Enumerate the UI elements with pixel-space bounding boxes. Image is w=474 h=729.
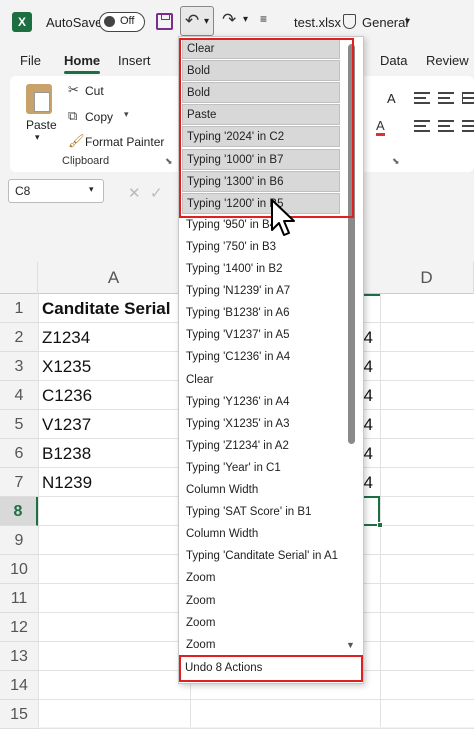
row-header[interactable]: 1 bbox=[0, 294, 38, 323]
align-top-icon[interactable] bbox=[414, 92, 430, 104]
row-header[interactable]: 5 bbox=[0, 410, 38, 439]
align-center-icon[interactable] bbox=[438, 120, 454, 132]
undo-history-item[interactable]: Typing '750' in B3 bbox=[182, 237, 340, 258]
scroll-down-icon[interactable]: ▼ bbox=[346, 640, 355, 650]
select-all-corner[interactable] bbox=[0, 262, 38, 294]
chevron-down-icon[interactable]: ▾ bbox=[35, 132, 40, 143]
tab-home[interactable]: Home bbox=[64, 53, 100, 68]
row-header[interactable]: 2 bbox=[0, 323, 38, 352]
file-name: test.xlsx bbox=[294, 15, 341, 30]
row-header[interactable]: 14 bbox=[0, 671, 38, 700]
row-header[interactable]: 9 bbox=[0, 526, 38, 555]
cell-a7[interactable]: N1239 bbox=[42, 473, 92, 493]
autosave-state: Off bbox=[120, 15, 135, 27]
chevron-down-icon[interactable]: ▾ bbox=[243, 14, 248, 25]
undo-history-item[interactable]: Typing 'Z1234' in A2 bbox=[182, 436, 340, 457]
toggle-knob bbox=[104, 16, 115, 27]
align-middle-icon[interactable] bbox=[438, 92, 454, 104]
chevron-down-icon[interactable]: ▾ bbox=[405, 16, 410, 27]
save-icon[interactable] bbox=[156, 13, 173, 30]
copy-icon[interactable]: ⧉ bbox=[68, 108, 77, 124]
align-left-icon[interactable] bbox=[414, 120, 430, 132]
tab-data[interactable]: Data bbox=[380, 53, 407, 68]
paste-icon[interactable] bbox=[26, 84, 52, 114]
row-header[interactable]: 12 bbox=[0, 613, 38, 642]
shield-icon[interactable] bbox=[343, 14, 356, 29]
undo-history-item[interactable]: Typing 'Y1236' in A4 bbox=[182, 392, 340, 413]
cell-a4[interactable]: C1236 bbox=[42, 386, 92, 406]
autosave-label: AutoSave bbox=[46, 15, 103, 30]
dialog-launcher-icon[interactable]: ⬊ bbox=[392, 156, 400, 167]
grid-line bbox=[38, 294, 39, 727]
grid-line bbox=[380, 294, 381, 727]
row-header[interactable]: 3 bbox=[0, 352, 38, 381]
undo-button[interactable]: ↶ ▾ bbox=[180, 6, 214, 36]
undo-history-item[interactable]: Typing 'Canditate Serial' in A1 bbox=[182, 546, 340, 567]
row-header[interactable]: 7 bbox=[0, 468, 38, 497]
dialog-launcher-icon[interactable]: ⬊ bbox=[165, 156, 173, 167]
scissors-icon[interactable]: ✂ bbox=[68, 82, 79, 98]
undo-history-item[interactable]: Clear bbox=[182, 370, 340, 391]
undo-history-item[interactable]: Typing 'N1239' in A7 bbox=[182, 281, 340, 302]
undo-history-item[interactable]: Typing 'C1236' in A4 bbox=[182, 347, 340, 368]
chevron-down-icon[interactable]: ▾ bbox=[124, 109, 129, 120]
column-header-a[interactable]: A bbox=[38, 262, 190, 294]
undo-history-item[interactable]: Zoom bbox=[182, 568, 340, 589]
grid-line bbox=[38, 699, 474, 700]
chevron-down-icon[interactable]: ▾ bbox=[89, 184, 94, 195]
row-header[interactable]: 8 bbox=[0, 497, 38, 526]
row-header[interactable]: 15 bbox=[0, 700, 38, 729]
format-painter-button[interactable]: Format Painter bbox=[85, 135, 164, 149]
row-header[interactable]: 13 bbox=[0, 642, 38, 671]
undo-history-item[interactable]: Zoom bbox=[182, 635, 340, 656]
clipboard-group-label: Clipboard bbox=[62, 155, 110, 167]
undo-history-item[interactable]: Typing 'Year' in C1 bbox=[182, 458, 340, 479]
row-header[interactable]: 11 bbox=[0, 584, 38, 613]
paintbrush-icon[interactable]: 🖌 bbox=[68, 133, 85, 149]
align-right-icon[interactable] bbox=[462, 120, 474, 132]
annotation-highlight-box bbox=[179, 655, 363, 682]
check-icon: ✓ bbox=[150, 185, 163, 202]
increase-font-icon[interactable]: A bbox=[387, 91, 396, 106]
sensitivity-label[interactable]: General bbox=[362, 15, 408, 30]
cancel-icon: ✕ bbox=[128, 185, 141, 202]
undo-history-item[interactable]: Zoom bbox=[182, 613, 340, 634]
undo-history-item[interactable]: Typing 'SAT Score' in B1 bbox=[182, 502, 340, 523]
chevron-down-icon[interactable]: ▾ bbox=[204, 16, 209, 27]
tab-file[interactable]: File bbox=[20, 53, 41, 68]
undo-history-item[interactable]: Typing 'B1238' in A6 bbox=[182, 303, 340, 324]
tab-review[interactable]: Review bbox=[426, 53, 469, 68]
mouse-pointer-icon bbox=[271, 199, 295, 236]
excel-logo-icon: X bbox=[12, 12, 32, 32]
row-header[interactable]: 4 bbox=[0, 381, 38, 410]
undo-history-item[interactable]: Typing 'X1235' in A3 bbox=[182, 414, 340, 435]
copy-button[interactable]: Copy bbox=[85, 110, 113, 124]
autosave-toggle[interactable]: Off bbox=[99, 12, 145, 32]
undo-history-item[interactable]: Typing '1400' in B2 bbox=[182, 259, 340, 280]
undo-history-item[interactable]: Column Width bbox=[182, 480, 340, 501]
align-bottom-icon[interactable] bbox=[462, 92, 474, 104]
active-tab-indicator bbox=[64, 71, 100, 74]
paste-button-label[interactable]: Paste bbox=[26, 118, 57, 132]
font-color-icon[interactable]: A bbox=[376, 119, 385, 136]
undo-history-item[interactable]: Column Width bbox=[182, 524, 340, 545]
cell-a3[interactable]: X1235 bbox=[42, 357, 91, 377]
fill-handle[interactable] bbox=[377, 522, 383, 528]
column-header-d[interactable]: D bbox=[380, 262, 474, 294]
tab-insert[interactable]: Insert bbox=[118, 53, 151, 68]
annotation-highlight-box bbox=[179, 38, 354, 218]
row-header[interactable]: 10 bbox=[0, 555, 38, 584]
cell-a6[interactable]: B1238 bbox=[42, 444, 91, 464]
row-header[interactable]: 6 bbox=[0, 439, 38, 468]
redo-icon[interactable]: ↷ bbox=[222, 10, 236, 30]
cut-button[interactable]: Cut bbox=[85, 84, 104, 98]
cell-a2[interactable]: Z1234 bbox=[42, 328, 90, 348]
customize-toolbar-icon[interactable]: ≡ bbox=[260, 12, 267, 26]
undo-icon: ↶ bbox=[185, 11, 200, 30]
cell-a1[interactable]: Canditate Serial bbox=[42, 299, 171, 319]
undo-history-item[interactable]: Typing 'V1237' in A5 bbox=[182, 325, 340, 346]
cell-a5[interactable]: V1237 bbox=[42, 415, 91, 435]
undo-history-item[interactable]: Zoom bbox=[182, 591, 340, 612]
